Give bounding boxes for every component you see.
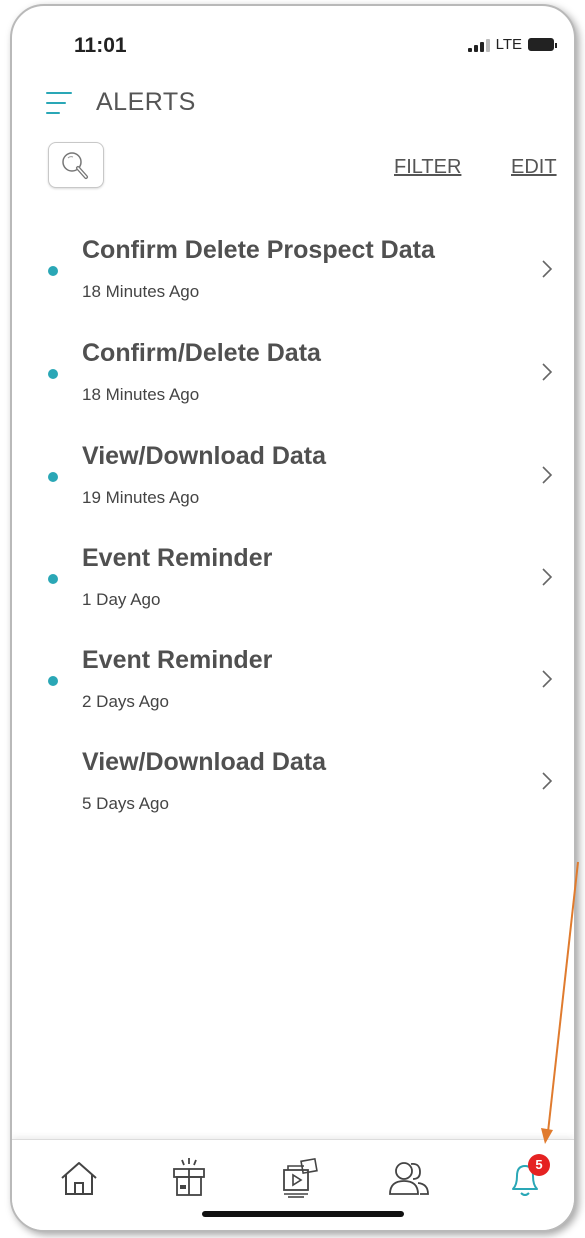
- unread-dot: [48, 676, 58, 686]
- chevron-right-icon: [542, 466, 553, 484]
- alert-item[interactable]: View/Download Data 5 Days Ago: [12, 736, 574, 836]
- unread-dot: [48, 369, 58, 379]
- status-indicators: LTE: [467, 36, 557, 53]
- chevron-right-icon: [542, 363, 553, 381]
- chevron-right-icon: [542, 260, 553, 278]
- nav-gifts[interactable]: [164, 1156, 214, 1202]
- people-icon: [389, 1162, 429, 1195]
- page-title: ALERTS: [96, 88, 196, 116]
- notification-badge: 5: [528, 1154, 550, 1176]
- phone-frame: 11:01 LTE ALERTS FILTER EDIT Confirm Del…: [10, 4, 576, 1232]
- alert-title: View/Download Data: [82, 442, 327, 470]
- alert-title: Event Reminder: [82, 544, 273, 572]
- alert-time: 18 Minutes Ago: [82, 385, 200, 404]
- media-icon: [283, 1157, 318, 1198]
- alert-item[interactable]: Confirm Delete Prospect Data 18 Minutes …: [12, 224, 574, 324]
- alert-time: 2 Days Ago: [82, 692, 169, 711]
- search-button[interactable]: [48, 142, 104, 188]
- battery-icon: [528, 38, 557, 51]
- nav-people[interactable]: [384, 1156, 434, 1202]
- nav-media[interactable]: [274, 1156, 324, 1202]
- alert-time: 5 Days Ago: [82, 794, 169, 813]
- alert-time: 18 Minutes Ago: [82, 282, 200, 301]
- alert-item[interactable]: View/Download Data 19 Minutes Ago: [12, 430, 574, 530]
- alert-time: 19 Minutes Ago: [82, 488, 200, 507]
- edit-link[interactable]: EDIT: [511, 156, 557, 179]
- unread-dot: [48, 266, 58, 276]
- filter-link[interactable]: FILTER: [394, 156, 461, 179]
- nav-alerts[interactable]: 5: [500, 1154, 550, 1202]
- home-indicator: [202, 1211, 404, 1217]
- signal-icon: [467, 38, 490, 52]
- chevron-right-icon: [542, 772, 553, 790]
- chevron-right-icon: [542, 670, 553, 688]
- alert-item[interactable]: Event Reminder 2 Days Ago: [12, 634, 574, 734]
- alert-title: Event Reminder: [82, 646, 273, 674]
- menu-icon[interactable]: [46, 92, 74, 114]
- unread-dot: [48, 574, 58, 584]
- chevron-right-icon: [542, 568, 553, 586]
- alert-title: Confirm Delete Prospect Data: [82, 236, 435, 264]
- search-icon: [62, 152, 88, 179]
- alert-title: Confirm/Delete Data: [82, 339, 321, 367]
- home-icon: [61, 1162, 97, 1195]
- unread-dot: [48, 472, 58, 482]
- network-label: LTE: [495, 36, 522, 53]
- alert-title: View/Download Data: [82, 748, 327, 776]
- alert-time: 1 Day Ago: [82, 590, 161, 609]
- alert-item[interactable]: Event Reminder 1 Day Ago: [12, 532, 574, 632]
- status-time: 11:01: [74, 34, 127, 57]
- nav-home[interactable]: [54, 1156, 104, 1202]
- alert-item[interactable]: Confirm/Delete Data 18 Minutes Ago: [12, 327, 574, 427]
- gift-icon: [173, 1158, 205, 1196]
